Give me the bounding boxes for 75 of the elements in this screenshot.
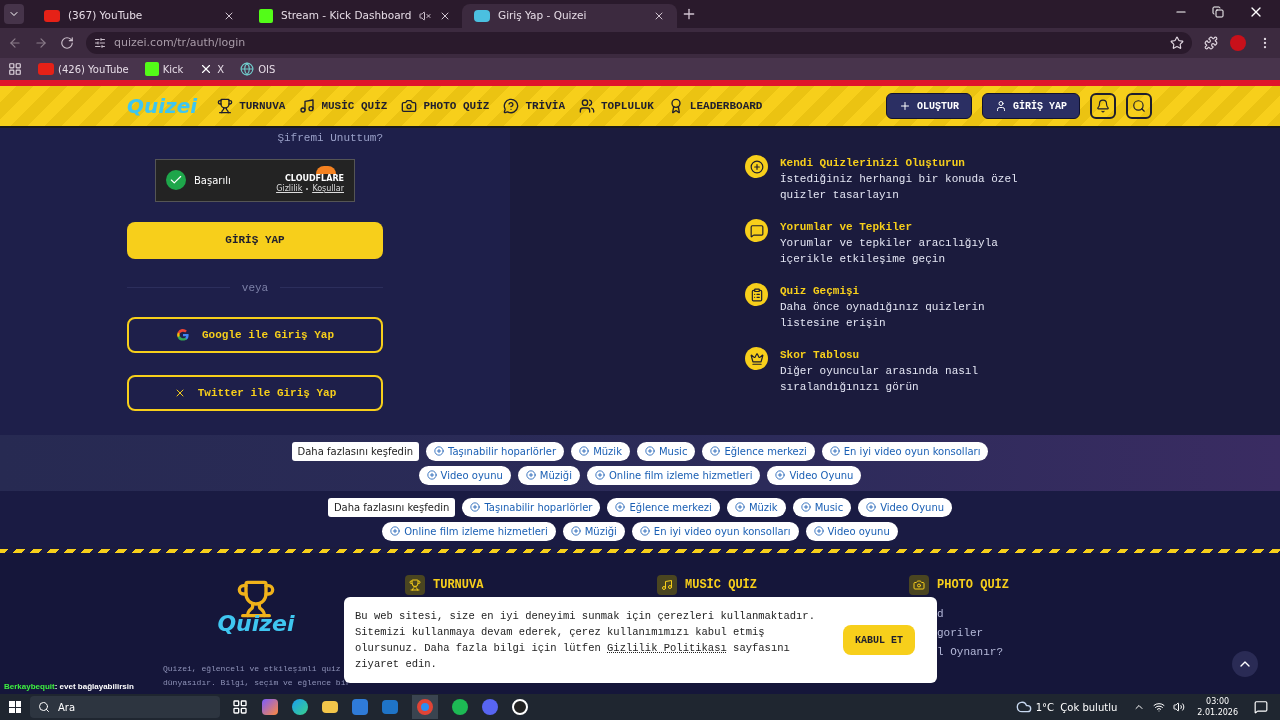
suggestion-chip[interactable]: Video oyunu [805, 521, 898, 541]
tab-title: Stream - Kick Dashboard [281, 8, 412, 24]
captcha-link[interactable]: Gizlilik [276, 184, 303, 194]
suggestion-chip[interactable]: En iyi video oyun konsolları [631, 521, 799, 541]
captcha-status: Başarılı [194, 173, 231, 188]
header-button[interactable]: GİRİŞ YAP [982, 93, 1080, 119]
suggestion-chip[interactable]: Müzik [571, 441, 630, 461]
footer-link[interactable]: l Oynanır? [937, 645, 1161, 659]
feature-title: Skor Tablosu [780, 348, 861, 363]
tab-title: Giriş Yap - Quizei [498, 8, 588, 24]
login-button[interactable]: GİRİŞ YAP [127, 221, 383, 259]
bookmark-link[interactable]: X [217, 61, 225, 77]
privacy-link[interactable]: Gizlilik Politikası [607, 642, 727, 654]
explore-label: Daha fazlasını keşfedin [327, 497, 456, 517]
captcha-link[interactable]: Koşullar [312, 184, 344, 194]
feature-description: Diğer oyuncular arasında nasıl sıralandığınızı görün [780, 364, 980, 395]
suggestion-chip[interactable]: Müziği [562, 521, 625, 541]
accept-cookies-button[interactable]: KABUL ET [843, 625, 915, 655]
feature-title: Quiz Geçmişi [780, 284, 861, 299]
suggestion-chip[interactable]: Müziği [517, 465, 580, 485]
bookmark-link[interactable]: OIS [258, 61, 276, 77]
footer-link[interactable]: goriler [937, 626, 1161, 640]
suggestion-chip[interactable]: Eğlence merkezi [607, 497, 720, 517]
feature-description: İstediğiniz herhangi bir konuda özel quizler tasarlayın [780, 172, 1019, 203]
suggestion-chip[interactable]: Music [636, 441, 696, 461]
nav-link[interactable]: PHOTO QUİZ [401, 97, 490, 115]
nav-link[interactable]: LEADERBOARD [667, 97, 763, 115]
feature-description: Daha önce oynadığınız quizlerin listesine erişin [780, 300, 986, 331]
bookmark-link[interactable]: Kick [162, 61, 184, 77]
taskbar-search-field[interactable]: Ara [30, 696, 220, 718]
browser-tab[interactable]: (367) YouTube [32, 4, 247, 28]
footer-heading: MUSİC QUİZ [685, 577, 757, 594]
nav-link[interactable]: TURNUVA [217, 97, 286, 115]
suggestion-chip[interactable]: Online film izleme hizmetleri [586, 465, 761, 485]
nav-link[interactable]: TOPLULUK [579, 97, 654, 115]
feature-title: Yorumlar ve Tepkiler [780, 220, 914, 235]
social-login-button[interactable]: Twitter ile Giriş Yap [127, 375, 383, 411]
clock-date[interactable]: 2.01.2026 [1197, 707, 1238, 718]
suggestion-chip[interactable]: Taşınabilir hoparlörler [426, 441, 565, 461]
quizei-logo[interactable]: Quizei [217, 607, 295, 640]
browser-tab[interactable]: Giriş Yap - Quizei [462, 4, 677, 28]
weather-text[interactable]: 1°C Çok bulutlu [1035, 699, 1118, 715]
feature-description: Yorumlar ve tepkiler aracılığıyla içerikle etkileşime geçin [780, 236, 999, 267]
suggestion-chip[interactable]: Müzik [726, 497, 786, 517]
tab-title: (367) YouTube [68, 8, 144, 24]
clock-time[interactable]: 03:00 [1206, 696, 1230, 707]
divider-text: veya [241, 280, 269, 296]
feature-title: Kendi Quizlerinizi Oluşturun [780, 156, 966, 171]
nav-link[interactable]: MUSİC QUİZ [299, 97, 388, 115]
explore-label: Daha fazlasını keşfedin [291, 441, 420, 461]
header-button[interactable]: OLUŞTUR [885, 93, 972, 119]
url-text: quizei.com/tr/auth/login [114, 34, 246, 51]
chat-username: Berkaybequit [4, 682, 55, 691]
suggestion-chip[interactable]: En iyi video oyun konsolları [821, 441, 989, 461]
footer-link[interactable]: d [937, 607, 1161, 621]
cloudflare-brand: CLOUDFLARE [285, 174, 344, 184]
social-login-button[interactable]: Google ile Giriş Yap [127, 317, 383, 353]
suggestion-chip[interactable]: Online film izleme hizmetleri [382, 521, 556, 541]
suggestion-chip[interactable]: Video Oyunu [858, 497, 953, 517]
forgot-password-link[interactable]: Şifremi Unuttum? [277, 130, 383, 147]
address-bar[interactable]: quizei.com/tr/auth/login [86, 32, 1192, 54]
suggestion-chip[interactable]: Taşınabilir hoparlörler [462, 497, 601, 517]
footer-description-line: Quizei, eğlenceli ve etkileşimli quiz [163, 663, 341, 675]
suggestion-chip[interactable]: Eğlence merkezi [702, 441, 815, 461]
bookmark-link[interactable]: (426) YouTube [58, 61, 129, 77]
suggestion-chip[interactable]: Video Oyunu [767, 465, 862, 485]
footer-heading: TURNUVA [433, 577, 484, 594]
cookie-text: Bu web sitesi, size en iyi deneyimi sunmak için çerezleri kullanmaktadır. Sitemizi kullanmaya devam ederek, çerez kullanımımızı kabul etmiş olursunuz. Daha fazla bilgi için lütfen Gizlilik Politikası sayfasını ziyaret edin. [355, 609, 816, 672]
suggestion-chip[interactable]: Video oyunu [418, 465, 511, 485]
browser-tab[interactable]: Stream - Kick Dashboard [247, 4, 462, 28]
chat-message: : evet bağlayabilirsin [54, 682, 134, 691]
captcha-widget[interactable]: Başarılı CLOUDFLARE Gizlilik Koşullar [155, 158, 355, 202]
suggestion-chip[interactable]: Music [792, 497, 852, 517]
footer-heading: PHOTO QUİZ [937, 577, 1009, 594]
nav-link[interactable]: TRİVİA [503, 97, 565, 115]
